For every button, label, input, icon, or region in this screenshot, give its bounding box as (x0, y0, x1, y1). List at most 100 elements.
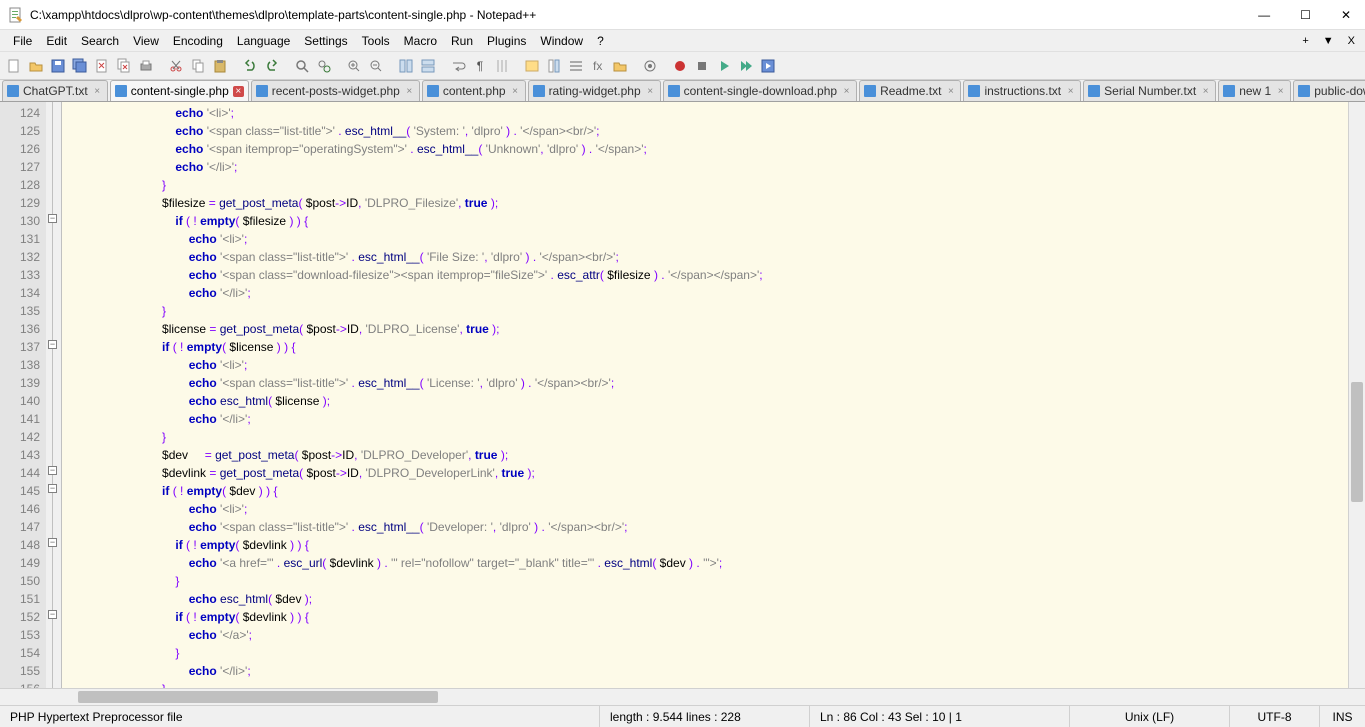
code-line[interactable]: echo '<span class="list-title">' . esc_h… (82, 248, 1348, 266)
all-chars-icon[interactable]: ¶ (470, 56, 490, 76)
tab-close-icon[interactable]: × (945, 86, 956, 97)
paste-icon[interactable] (210, 56, 230, 76)
close-all-icon[interactable] (114, 56, 134, 76)
save-macro-icon[interactable] (758, 56, 778, 76)
fold-line[interactable] (46, 138, 61, 156)
tab-close-icon[interactable]: × (645, 86, 656, 97)
code-line[interactable]: echo '</li>'; (82, 662, 1348, 680)
tab-content-single-download-php[interactable]: content-single-download.php× (663, 80, 857, 101)
fold-box-icon[interactable]: − (48, 484, 57, 493)
menu-run[interactable]: Run (444, 32, 480, 50)
func-list-icon[interactable]: fx (588, 56, 608, 76)
tab-serial-number-txt[interactable]: Serial Number.txt× (1083, 80, 1216, 101)
code-line[interactable]: if ( ! empty( $dev ) ) { (82, 482, 1348, 500)
code-area[interactable]: echo '<li>'; echo '<span class="list-tit… (78, 102, 1348, 688)
menu-plugins[interactable]: Plugins (480, 32, 533, 50)
play-multi-icon[interactable] (736, 56, 756, 76)
menu-settings[interactable]: Settings (297, 32, 354, 50)
fold-line[interactable] (46, 174, 61, 192)
fold-line[interactable] (46, 624, 61, 642)
tab-readme-txt[interactable]: Readme.txt× (859, 80, 961, 101)
fold-line[interactable] (46, 408, 61, 426)
indent-guide-icon[interactable] (492, 56, 512, 76)
tab-recent-posts-widget-php[interactable]: recent-posts-widget.php× (251, 80, 420, 101)
status-encoding[interactable]: UTF-8 (1230, 706, 1320, 727)
menu-right-button[interactable]: + (1298, 33, 1312, 49)
tab-close-icon[interactable]: × (404, 86, 415, 97)
fold-line[interactable]: − (46, 210, 61, 228)
fold-line[interactable] (46, 156, 61, 174)
horizontal-scrollbar[interactable] (0, 688, 1365, 705)
fold-line[interactable] (46, 228, 61, 246)
tab-public-download-php[interactable]: public-download.php× (1293, 80, 1365, 101)
menu-?[interactable]: ? (590, 32, 611, 50)
fold-line[interactable] (46, 282, 61, 300)
menu-language[interactable]: Language (230, 32, 297, 50)
menu-search[interactable]: Search (74, 32, 126, 50)
print-icon[interactable] (136, 56, 156, 76)
zoom-in-icon[interactable] (344, 56, 364, 76)
status-eol[interactable]: Unix (LF) (1070, 706, 1230, 727)
open-file-icon[interactable] (26, 56, 46, 76)
code-line[interactable]: $devlink = get_post_meta( $post->ID, 'DL… (82, 464, 1348, 482)
fold-line[interactable] (46, 498, 61, 516)
status-mode[interactable]: INS (1320, 706, 1365, 727)
doc-list-icon[interactable] (566, 56, 586, 76)
scrollbar-thumb[interactable] (78, 691, 438, 703)
code-line[interactable]: } (82, 680, 1348, 688)
fold-line[interactable]: − (46, 534, 61, 552)
menu-encoding[interactable]: Encoding (166, 32, 230, 50)
fold-box-icon[interactable]: − (48, 610, 57, 619)
code-line[interactable]: } (82, 644, 1348, 662)
code-line[interactable]: echo '</li>'; (82, 158, 1348, 176)
menu-right-button[interactable]: X (1344, 33, 1359, 49)
fold-box-icon[interactable]: − (48, 538, 57, 547)
sync-h-icon[interactable] (418, 56, 438, 76)
tab-close-icon[interactable]: × (1065, 86, 1076, 97)
fold-line[interactable] (46, 552, 61, 570)
menu-edit[interactable]: Edit (39, 32, 74, 50)
doc-map-icon[interactable] (544, 56, 564, 76)
fold-line[interactable] (46, 372, 61, 390)
code-line[interactable]: if ( ! empty( $devlink ) ) { (82, 608, 1348, 626)
code-line[interactable]: echo '<span class="list-title">' . esc_h… (82, 374, 1348, 392)
code-line[interactable]: echo '<a href="' . esc_url( $devlink ) .… (82, 554, 1348, 572)
code-line[interactable]: echo esc_html( $dev ); (82, 590, 1348, 608)
code-line[interactable]: $filesize = get_post_meta( $post->ID, 'D… (82, 194, 1348, 212)
close-button[interactable]: ✕ (1335, 6, 1357, 24)
copy-icon[interactable] (188, 56, 208, 76)
fold-line[interactable]: − (46, 480, 61, 498)
fold-line[interactable] (46, 588, 61, 606)
code-line[interactable]: echo '<li>'; (82, 356, 1348, 374)
maximize-button[interactable]: ☐ (1294, 6, 1317, 24)
sync-v-icon[interactable] (396, 56, 416, 76)
fold-box-icon[interactable]: − (48, 340, 57, 349)
word-wrap-icon[interactable] (448, 56, 468, 76)
tab-close-icon[interactable]: × (92, 86, 103, 97)
fold-line[interactable] (46, 102, 61, 120)
tab-close-icon[interactable]: × (1200, 86, 1211, 97)
lang-udf-icon[interactable] (522, 56, 542, 76)
code-line[interactable]: if ( ! empty( $license ) ) { (82, 338, 1348, 356)
code-line[interactable]: echo '<li>'; (82, 500, 1348, 518)
tab-content-single-php[interactable]: content-single.php× (110, 80, 249, 101)
tab-close-icon[interactable]: × (233, 86, 244, 97)
tab-instructions-txt[interactable]: instructions.txt× (963, 80, 1081, 101)
fold-line[interactable] (46, 390, 61, 408)
menu-tools[interactable]: Tools (355, 32, 397, 50)
fold-line[interactable]: − (46, 606, 61, 624)
fold-line[interactable] (46, 120, 61, 138)
tab-close-icon[interactable]: × (841, 86, 852, 97)
vertical-scrollbar[interactable] (1348, 102, 1365, 688)
code-line[interactable]: echo '</a>'; (82, 626, 1348, 644)
code-line[interactable]: if ( ! empty( $filesize ) ) { (82, 212, 1348, 230)
code-line[interactable]: echo '<li>'; (82, 230, 1348, 248)
code-line[interactable]: $dev = get_post_meta( $post->ID, 'DLPRO_… (82, 446, 1348, 464)
stop-icon[interactable] (692, 56, 712, 76)
menu-view[interactable]: View (126, 32, 166, 50)
code-line[interactable]: echo '<span class="download-filesize"><s… (82, 266, 1348, 284)
scrollbar-thumb[interactable] (1351, 382, 1363, 502)
menu-right-button[interactable]: ▼ (1319, 33, 1338, 49)
monitor-icon[interactable] (640, 56, 660, 76)
code-line[interactable]: $license = get_post_meta( $post->ID, 'DL… (82, 320, 1348, 338)
